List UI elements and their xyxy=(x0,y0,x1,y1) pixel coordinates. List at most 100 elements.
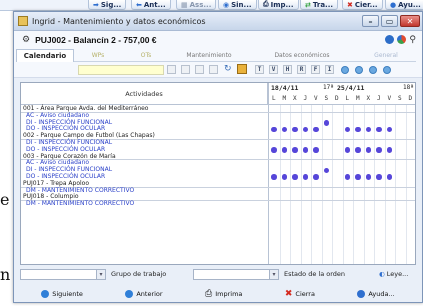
view-week-icon[interactable] xyxy=(181,65,190,74)
scheduled-task-dot[interactable] xyxy=(344,174,350,180)
scheduled-task-dot[interactable] xyxy=(376,147,382,153)
maximize-button[interactable]: ▭ xyxy=(381,15,398,27)
scheduled-task-dot[interactable] xyxy=(386,147,392,153)
scheduled-task-dot[interactable] xyxy=(292,147,298,153)
scheduled-task-dot[interactable] xyxy=(281,126,287,133)
scheduled-task-dot[interactable] xyxy=(271,174,277,180)
scheduled-task-dot[interactable] xyxy=(292,126,298,133)
bg-close-button[interactable]: ✖ Cier... xyxy=(342,0,383,10)
scheduled-task-dot[interactable] xyxy=(271,126,277,133)
scheduled-task-dot[interactable] xyxy=(376,126,382,133)
previous-button[interactable]: Anterior xyxy=(119,286,168,301)
tab-label: Datos económicos xyxy=(274,52,330,59)
scheduled-task-dot[interactable] xyxy=(313,147,319,153)
bg-close-label: Cier... xyxy=(354,0,378,9)
activity-row[interactable]: DM - MANTENIMIENTO CORRECTIVO xyxy=(21,200,415,208)
chevron-down-icon[interactable]: ▾ xyxy=(96,270,105,279)
scheduled-task-dot[interactable] xyxy=(365,147,371,153)
order-status-select[interactable]: ▾ xyxy=(193,269,279,280)
activity-row[interactable]: DM - MANTENIMIENTO CORRECTIVO xyxy=(21,187,415,195)
legend-icon: ◐ xyxy=(379,270,385,278)
bg-help-label: Ayu... xyxy=(398,0,421,9)
bg-help-button[interactable]: ● Ayu... xyxy=(385,0,423,10)
scheduled-task-dot[interactable] xyxy=(281,147,287,153)
bg-sync-button[interactable]: ◉ Sin... xyxy=(218,0,257,10)
view-month-icon[interactable] xyxy=(195,65,204,74)
arrow-left-icon xyxy=(125,289,134,298)
scheduled-task-dot[interactable] xyxy=(355,147,361,153)
close-action-button[interactable]: ✖ Cierra xyxy=(279,286,321,301)
tab-ots[interactable]: OTs xyxy=(122,50,170,62)
scheduled-task-dot[interactable] xyxy=(386,126,392,133)
week-number: 18ª xyxy=(403,84,414,91)
day-letter: M xyxy=(356,95,360,102)
edit-icon[interactable] xyxy=(237,64,247,74)
scheduled-task-dot[interactable] xyxy=(355,174,361,180)
legend-label: Leye... xyxy=(386,270,409,278)
next-label: Siguiente xyxy=(52,289,83,298)
bg-assign-button[interactable]: ▦ Ass... xyxy=(176,0,217,10)
scheduled-task-dot[interactable] xyxy=(292,174,298,180)
filter-f-button[interactable]: F xyxy=(311,65,320,74)
help-button[interactable]: Ayuda... xyxy=(351,286,400,301)
scheduled-task-dot[interactable] xyxy=(376,174,382,180)
toolbar-input[interactable] xyxy=(78,65,164,75)
filter-i-button[interactable]: I xyxy=(325,65,334,74)
bg-transfer-button[interactable]: ⇄ Tra... xyxy=(300,0,339,10)
tab-general[interactable]: General xyxy=(356,50,416,62)
filter-h-button[interactable]: H xyxy=(283,65,292,74)
background-toolbar: ➡ Sig... ⬅ Ant... ▦ Ass... ◉ Sin... ⎙ Imp... … xyxy=(0,0,423,11)
next-icon[interactable] xyxy=(369,66,377,74)
filter-v-label: V xyxy=(271,66,276,73)
scheduled-task-dot[interactable] xyxy=(365,174,371,180)
view-year-icon[interactable] xyxy=(209,65,218,74)
filter-v-button[interactable]: V xyxy=(269,65,278,74)
bg-prev-button[interactable]: ⬅ Ant... xyxy=(131,0,171,10)
refresh-icon[interactable]: ↻ xyxy=(224,64,232,74)
first-icon[interactable] xyxy=(341,66,349,74)
scheduled-task-dot[interactable] xyxy=(344,147,350,153)
chevron-down-icon[interactable]: ▾ xyxy=(269,270,278,279)
tab-datos-economicos[interactable]: Datos económicos xyxy=(248,50,356,62)
print-button[interactable]: ⎙ Imprima xyxy=(199,286,248,301)
legend-button[interactable]: ◐ Leye... xyxy=(379,270,408,278)
scheduled-task-dot[interactable] xyxy=(302,147,308,153)
binoculars-icon[interactable]: ⚲ xyxy=(409,35,416,45)
scheduled-task-dot[interactable] xyxy=(281,174,287,180)
print-label: Imprima xyxy=(215,289,243,298)
scheduled-task-dot[interactable] xyxy=(313,174,319,180)
filter-bar: ▾ Grupo de trabajo ▾ Estado de la orden … xyxy=(20,269,416,281)
work-group-select[interactable]: ▾ xyxy=(20,269,106,280)
scheduled-task-dot[interactable] xyxy=(344,126,350,133)
scheduled-task-dot[interactable] xyxy=(271,147,277,153)
bg-print-button[interactable]: ⎙ Imp... xyxy=(258,0,299,10)
scheduled-task-dot[interactable] xyxy=(302,126,308,133)
scheduled-task-dot[interactable] xyxy=(323,167,329,174)
chart-icon[interactable] xyxy=(397,35,407,44)
filter-t-button[interactable]: T xyxy=(255,65,264,74)
bg-next-button[interactable]: ➡ Sig... xyxy=(88,0,127,10)
scheduled-task-dot[interactable] xyxy=(302,174,308,180)
background-text-e: e xyxy=(0,190,10,209)
record-header: ⚙ PUJ002 - Balancín 2 - 757,00 € ⚲ xyxy=(14,31,422,48)
tab-mantenimiento[interactable]: Mantenimiento xyxy=(170,50,248,62)
scheduled-task-dot[interactable] xyxy=(313,126,319,133)
arrow-right-icon: ➡ xyxy=(93,0,99,9)
next-button[interactable]: Siguiente xyxy=(35,286,89,301)
last-icon[interactable] xyxy=(383,66,391,74)
scheduled-task-dot[interactable] xyxy=(386,174,392,180)
tab-calendario[interactable]: Calendario xyxy=(16,49,74,62)
scheduled-task-dot[interactable] xyxy=(365,126,371,133)
scheduled-task-dot[interactable] xyxy=(323,120,329,126)
view-day-icon[interactable] xyxy=(167,65,176,74)
day-letter: M xyxy=(282,95,287,102)
prev-icon[interactable] xyxy=(355,66,363,74)
bg-prev-label: Ant... xyxy=(143,0,166,9)
tab-wps[interactable]: WPs xyxy=(74,50,122,62)
minimize-button[interactable]: – xyxy=(362,15,379,27)
scheduled-task-dot[interactable] xyxy=(355,126,361,133)
close-button[interactable]: ✕ xyxy=(400,15,420,27)
filter-r-button[interactable]: R xyxy=(297,65,306,74)
title-bar[interactable]: Ingrid - Mantenimiento y datos económico… xyxy=(14,12,422,31)
equipment-icon: ⚙ xyxy=(22,34,31,45)
